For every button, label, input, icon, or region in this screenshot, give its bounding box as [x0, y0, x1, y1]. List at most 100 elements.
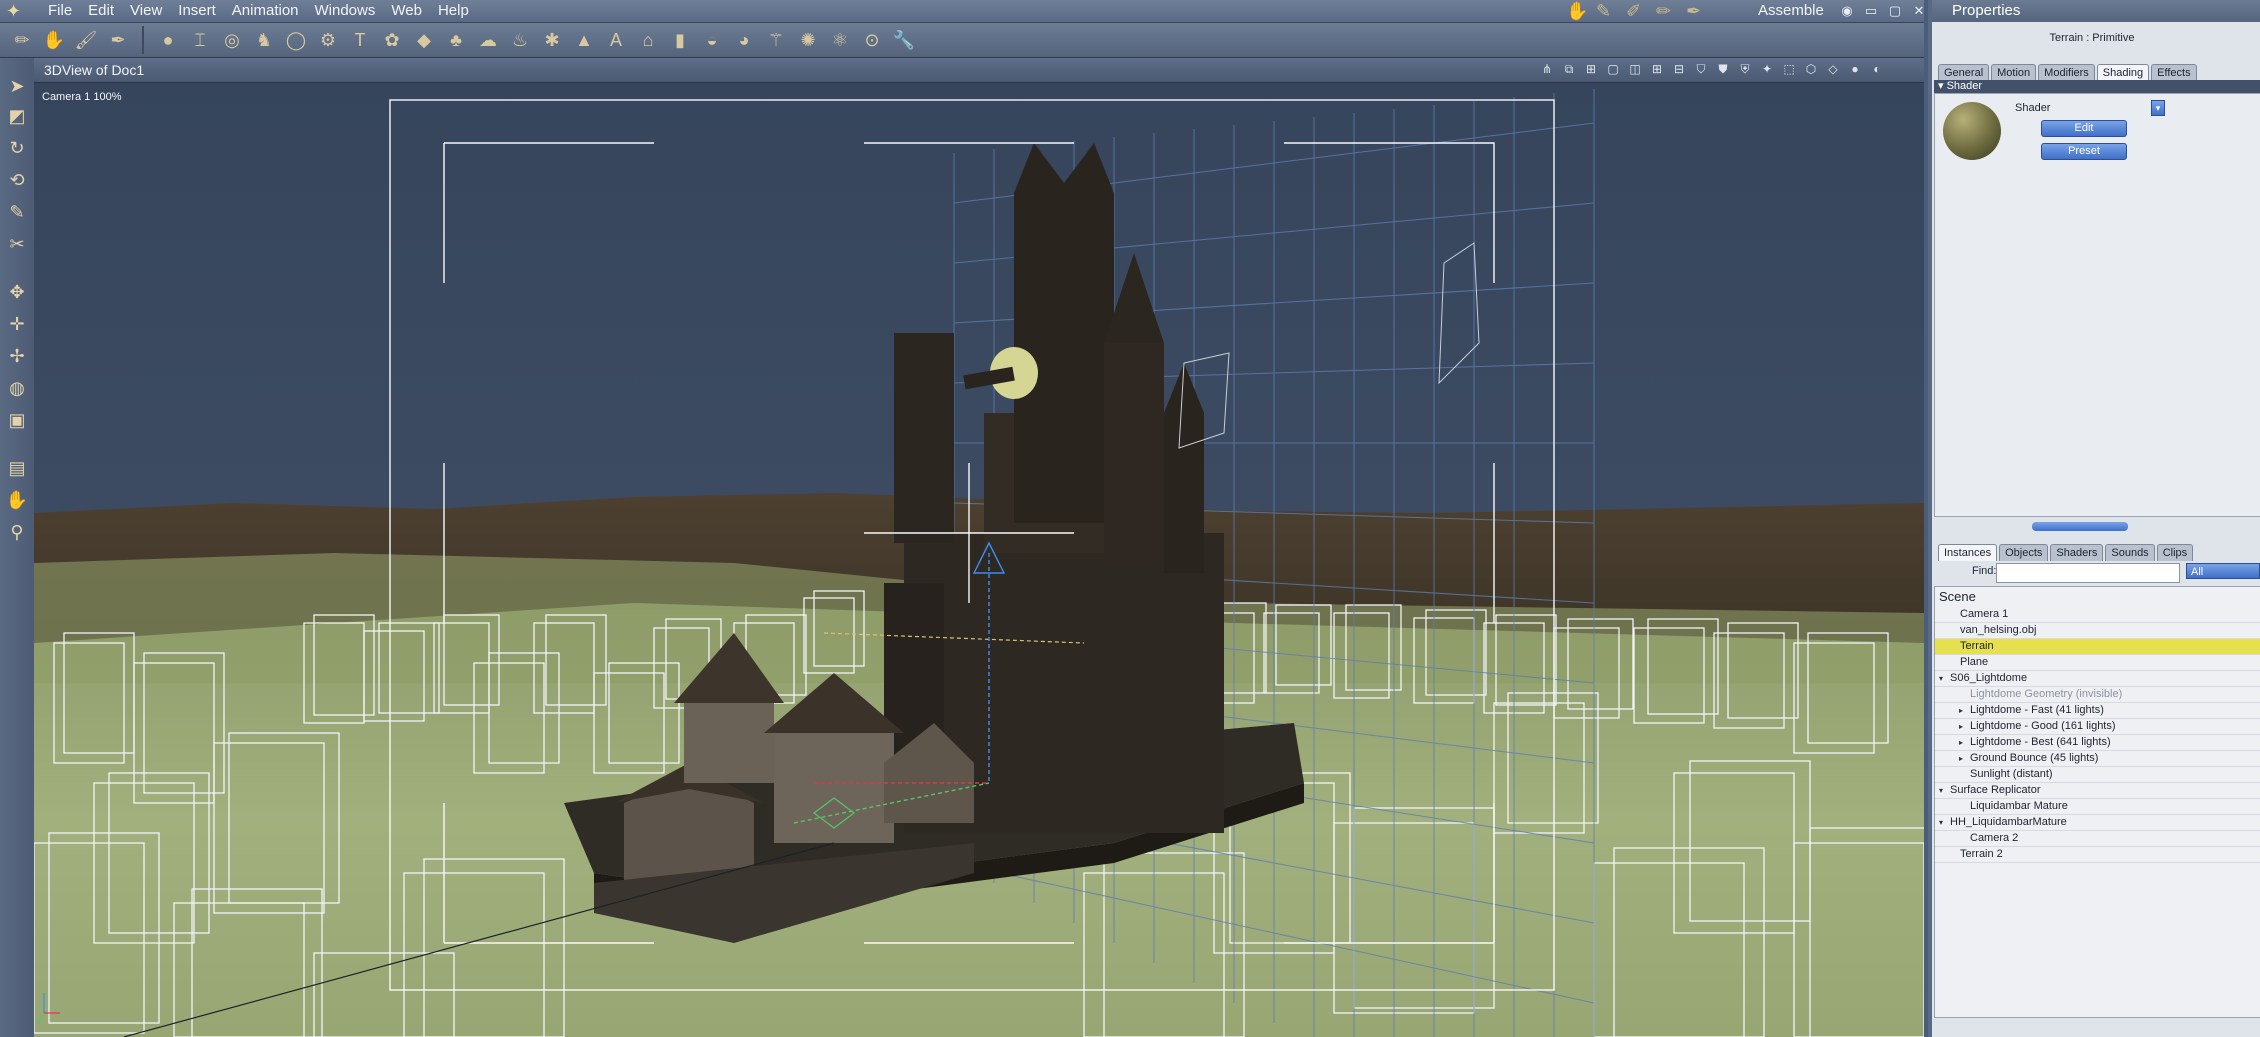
- sphere-icon[interactable]: ●: [154, 26, 182, 54]
- node-icon[interactable]: ⋔: [1539, 61, 1555, 77]
- render-icon[interactable]: ◐: [1869, 61, 1885, 77]
- frame-icon[interactable]: ⬚: [1781, 61, 1797, 77]
- pencil-icon[interactable]: ✏: [8, 26, 36, 54]
- tree-item[interactable]: Camera 2: [1935, 831, 2260, 847]
- minimize-icon[interactable]: ▭: [1862, 2, 1880, 20]
- tree-item[interactable]: Terrain 2: [1935, 847, 2260, 863]
- tri-view-icon[interactable]: ⊟: [1671, 61, 1687, 77]
- move-xz-icon[interactable]: ✛: [3, 310, 31, 338]
- edit-room-icon[interactable]: ✐: [1626, 0, 1648, 22]
- shield-2-icon[interactable]: ⛊: [1715, 61, 1731, 77]
- pen-tool-icon[interactable]: ✎: [3, 198, 31, 226]
- menu-web[interactable]: Web: [383, 0, 430, 22]
- target-icon[interactable]: ⊙: [858, 26, 886, 54]
- tree-item[interactable]: ▸ Lightdome - Fast (41 lights): [1935, 703, 2260, 719]
- tab-objects[interactable]: Objects: [1999, 544, 2049, 561]
- figure-icon[interactable]: ♞: [250, 26, 278, 54]
- hand-icon[interactable]: ✋: [1566, 0, 1588, 22]
- pen-icon[interactable]: ✒: [104, 26, 132, 54]
- cloud-icon[interactable]: ☁: [474, 26, 502, 54]
- flower-icon[interactable]: ✿: [378, 26, 406, 54]
- move-icon[interactable]: ✥: [3, 278, 31, 306]
- tree-item[interactable]: Sunlight (distant): [1935, 767, 2260, 783]
- wire-icon[interactable]: ◇: [1825, 61, 1841, 77]
- tree-item[interactable]: ▸ Lightdome - Best (641 lights): [1935, 735, 2260, 751]
- preset-button[interactable]: Preset: [2041, 143, 2127, 160]
- tree-item[interactable]: Terrain: [1935, 639, 2260, 655]
- tab-general[interactable]: General: [1938, 64, 1990, 81]
- shaded-icon[interactable]: ●: [1847, 61, 1863, 77]
- menu-help[interactable]: Help: [430, 0, 477, 22]
- text-icon[interactable]: T: [346, 26, 374, 54]
- rotate-icon[interactable]: ↻: [3, 134, 31, 162]
- panel-splitter[interactable]: [2032, 522, 2128, 531]
- single-view-icon[interactable]: ▢: [1605, 61, 1621, 77]
- menu-file[interactable]: File: [40, 0, 80, 22]
- bone-icon[interactable]: ✂: [3, 230, 31, 258]
- tab-effects[interactable]: Effects: [2151, 64, 2197, 81]
- bottle-icon[interactable]: ▮: [666, 26, 694, 54]
- tab-shading[interactable]: Shading: [2096, 64, 2150, 81]
- menu-edit[interactable]: Edit: [80, 0, 122, 22]
- select-arrow-icon[interactable]: ➤: [3, 72, 31, 100]
- shader-dropdown-icon[interactable]: ▾: [2151, 100, 2165, 116]
- tab-modifiers[interactable]: Modifiers: [2038, 64, 2095, 81]
- terrain-icon[interactable]: ▲: [570, 26, 598, 54]
- bowl-icon[interactable]: ◒: [698, 26, 726, 54]
- material-room-icon[interactable]: ✏: [1656, 0, 1678, 22]
- tab-instances[interactable]: Instances: [1938, 544, 1998, 561]
- quad-view-icon[interactable]: ⊞: [1649, 61, 1665, 77]
- spark-icon[interactable]: ✺: [794, 26, 822, 54]
- link-icon[interactable]: ⧉: [1561, 61, 1577, 77]
- tree-item[interactable]: ▾ S06_Lightdome: [1935, 671, 2260, 687]
- restore-icon[interactable]: ▢: [1886, 2, 1904, 20]
- twist-icon[interactable]: ⟲: [3, 166, 31, 194]
- shield-3-icon[interactable]: ⛨: [1737, 61, 1753, 77]
- hand-tool-icon[interactable]: ✋: [40, 26, 68, 54]
- render-room-icon[interactable]: ✒: [1686, 0, 1708, 22]
- expand-icon[interactable]: ▾: [1939, 783, 1947, 798]
- expand-icon[interactable]: ▾: [1939, 671, 1947, 686]
- tab-motion[interactable]: Motion: [1991, 64, 2037, 81]
- wand-icon[interactable]: ⚚: [762, 26, 790, 54]
- menu-insert[interactable]: Insert: [170, 0, 224, 22]
- find-input[interactable]: [1996, 563, 2180, 583]
- eye-icon[interactable]: ◉: [1838, 2, 1856, 20]
- collapse-icon[interactable]: ▸: [1959, 735, 1967, 750]
- tree-icon[interactable]: ♣: [442, 26, 470, 54]
- flame-icon[interactable]: ♨: [506, 26, 534, 54]
- collapse-icon[interactable]: ▸: [1959, 751, 1967, 766]
- cube-icon[interactable]: ▣: [3, 406, 31, 434]
- tree-item[interactable]: ▸ Lightdome - Good (161 lights): [1935, 719, 2260, 735]
- split-view-icon[interactable]: ◫: [1627, 61, 1643, 77]
- tree-item[interactable]: Lightdome Geometry (invisible): [1935, 687, 2260, 703]
- collapse-icon[interactable]: ▸: [1959, 703, 1967, 718]
- ring-icon[interactable]: ◯: [282, 26, 310, 54]
- tree-item[interactable]: Plane: [1935, 655, 2260, 671]
- tab-clips[interactable]: Clips: [2156, 544, 2194, 561]
- atom-icon[interactable]: ⚛: [826, 26, 854, 54]
- pan-hand-icon[interactable]: ✋: [3, 486, 31, 514]
- box-icon[interactable]: ⬡: [1803, 61, 1819, 77]
- menu-animation[interactable]: Animation: [224, 0, 307, 22]
- tree-item[interactable]: Liquidambar Mature: [1935, 799, 2260, 815]
- tree-item[interactable]: van_helsing.obj: [1935, 623, 2260, 639]
- shield-icon[interactable]: ⛉: [1693, 61, 1709, 77]
- tree-root[interactable]: Scene: [1939, 589, 1976, 604]
- star-icon[interactable]: ✱: [538, 26, 566, 54]
- tab-shaders[interactable]: Shaders: [2050, 544, 2104, 561]
- camera-label[interactable]: Camera 1 100%: [42, 91, 122, 103]
- move-xy-icon[interactable]: ✢: [3, 342, 31, 370]
- globe-icon[interactable]: ◍: [3, 374, 31, 402]
- wrench-icon[interactable]: 🔧: [890, 26, 918, 54]
- tree-item[interactable]: ▸ Ground Bounce (45 lights): [1935, 751, 2260, 767]
- torus-icon[interactable]: ◎: [218, 26, 246, 54]
- house-icon[interactable]: ⌂: [634, 26, 662, 54]
- edit-button[interactable]: Edit: [2041, 120, 2127, 137]
- 3d-viewport[interactable]: Camera 1 100%: [34, 83, 1924, 1037]
- shader-section-header[interactable]: ▾ Shader: [1934, 80, 2260, 93]
- camera-icon[interactable]: ▤: [3, 454, 31, 482]
- cylinder-icon[interactable]: ⌶: [186, 26, 214, 54]
- tree-item[interactable]: Camera 1: [1935, 607, 2260, 623]
- scale-icon[interactable]: ◩: [3, 102, 31, 130]
